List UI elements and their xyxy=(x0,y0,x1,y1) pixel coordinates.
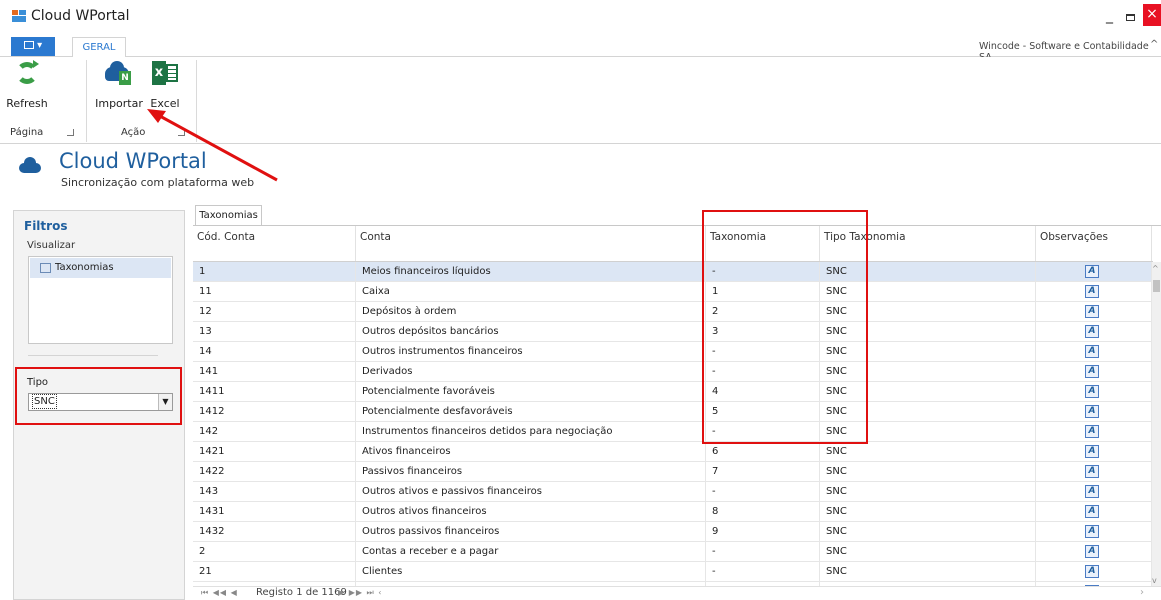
annotation-arrow xyxy=(147,109,278,182)
